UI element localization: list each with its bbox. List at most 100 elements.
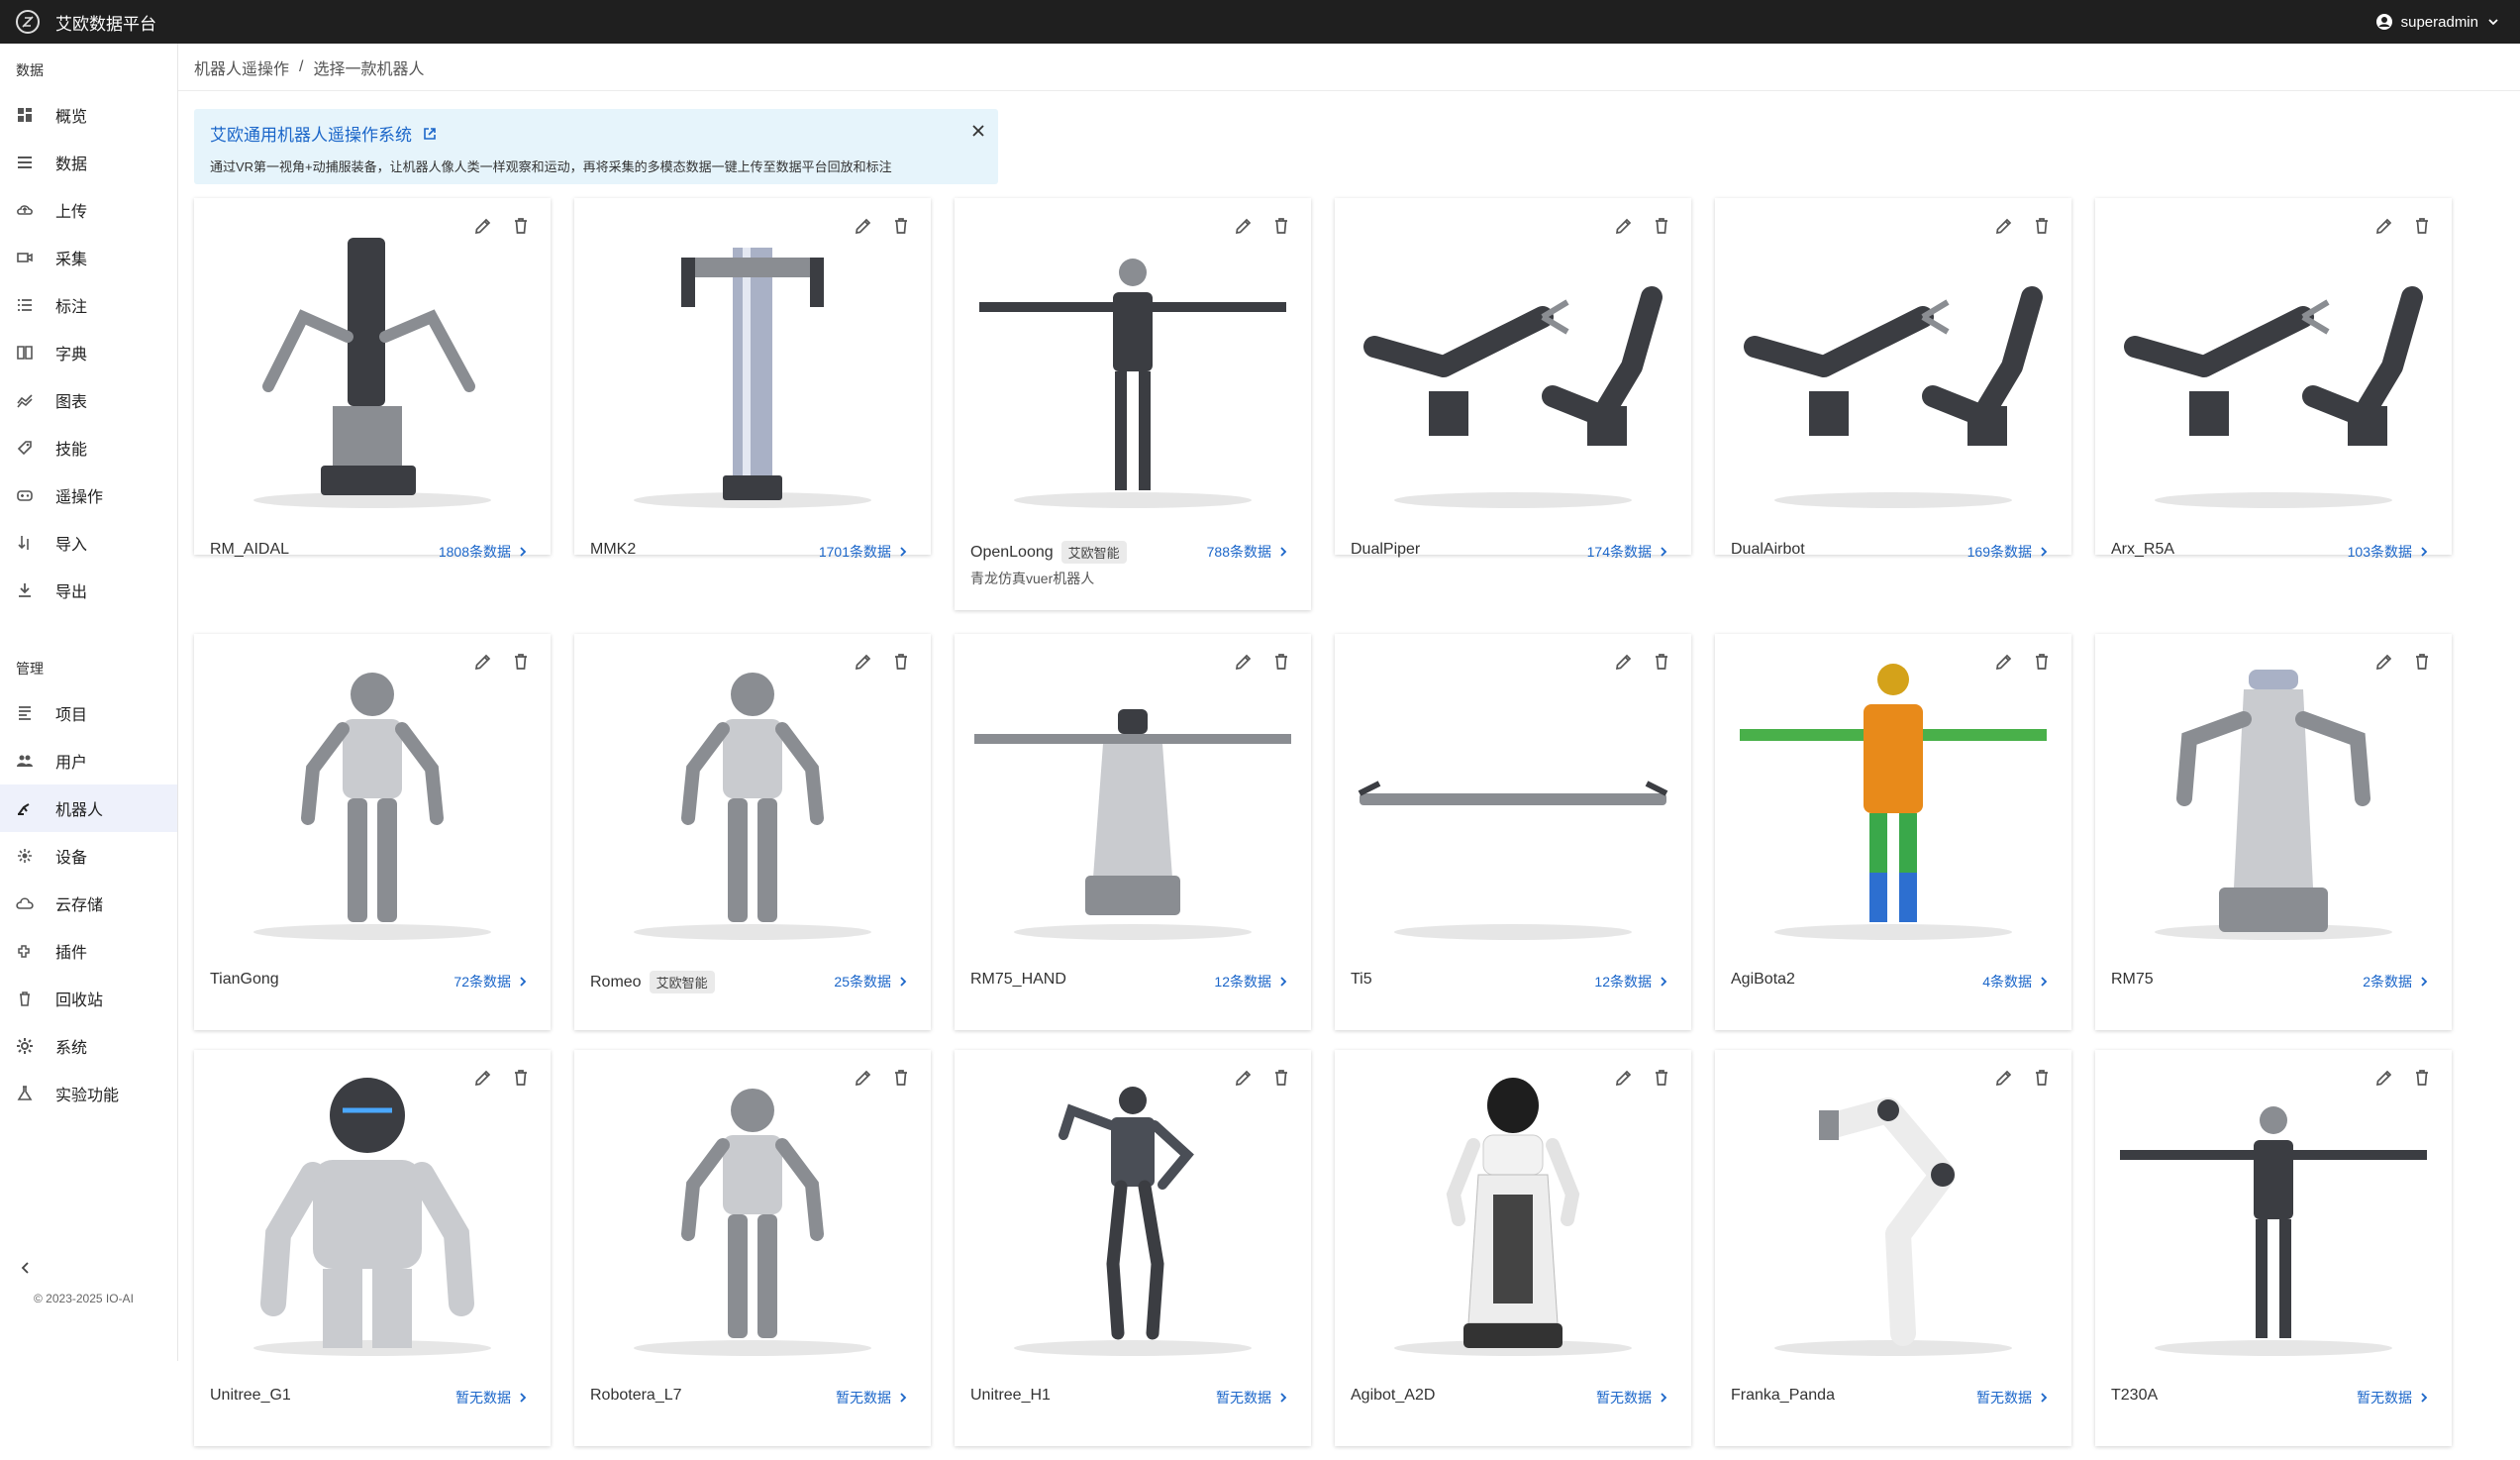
- robot-data-count-link[interactable]: 103条数据: [2348, 542, 2430, 562]
- robot-name-text: Agibot_A2D: [1351, 1387, 1436, 1404]
- delete-icon[interactable]: [1652, 216, 1671, 236]
- edit-icon[interactable]: [1234, 216, 1254, 236]
- edit-icon[interactable]: [1234, 1068, 1254, 1088]
- robot-data-count-link[interactable]: 72条数据: [454, 972, 529, 991]
- robot-data-count-link[interactable]: 暂无数据: [2357, 1388, 2430, 1408]
- sidebar-item-annotate[interactable]: 标注: [0, 281, 177, 329]
- edit-icon[interactable]: [1994, 652, 2014, 672]
- robot-data-count-link[interactable]: 788条数据: [1207, 542, 1289, 562]
- robot-data-count-link[interactable]: 2条数据: [2363, 972, 2430, 991]
- robot-data-count-link[interactable]: 169条数据: [1967, 542, 2050, 562]
- delete-icon[interactable]: [2032, 1068, 2052, 1088]
- sidebar-item-import[interactable]: 导入: [0, 519, 177, 567]
- robot-data-count-link[interactable]: 4条数据: [1982, 972, 2050, 991]
- robot-card[interactable]: DualPiper 174条数据: [1335, 198, 1691, 560]
- robot-card[interactable]: Unitree_H1 暂无数据: [955, 1050, 1311, 1446]
- edit-icon[interactable]: [473, 1068, 493, 1088]
- robot-card[interactable]: Arx_R5A 103条数据: [2095, 198, 2452, 560]
- sidebar-item-recycle-bin[interactable]: 回收站: [0, 975, 177, 1022]
- sidebar-item-export[interactable]: 导出: [0, 567, 177, 614]
- edit-icon[interactable]: [854, 652, 873, 672]
- sidebar-item-system[interactable]: 系统: [0, 1022, 177, 1070]
- sidebar-item-dictionary[interactable]: 字典: [0, 329, 177, 376]
- sidebar-item-charts[interactable]: 图表: [0, 376, 177, 424]
- robot-data-count-link[interactable]: 暂无数据: [1976, 1388, 2050, 1408]
- user-menu[interactable]: superadmin: [2375, 0, 2500, 44]
- robot-card[interactable]: RM75_HAND 12条数据: [955, 634, 1311, 1030]
- delete-icon[interactable]: [2412, 216, 2432, 236]
- collapse-sidebar-icon[interactable]: [18, 1260, 34, 1281]
- sidebar-item-projects[interactable]: 项目: [0, 689, 177, 737]
- robot-card[interactable]: Ti5 12条数据: [1335, 634, 1691, 1030]
- robot-card[interactable]: RM75 2条数据: [2095, 634, 2452, 1030]
- notice-title-link[interactable]: 艾欧通用机器人遥操作系统: [210, 121, 982, 146]
- edit-icon[interactable]: [854, 1068, 873, 1088]
- breadcrumb-item-teleop[interactable]: 机器人遥操作: [194, 55, 289, 79]
- delete-icon[interactable]: [1271, 1068, 1291, 1088]
- edit-icon[interactable]: [1234, 652, 1254, 672]
- logo-icon[interactable]: [16, 10, 40, 34]
- edit-icon[interactable]: [2374, 652, 2394, 672]
- robot-card[interactable]: RM_AIDAL 1808条数据: [194, 198, 551, 560]
- robot-data-count-link[interactable]: 暂无数据: [1216, 1388, 1289, 1408]
- edit-icon[interactable]: [1994, 1068, 2014, 1088]
- robot-card[interactable]: Romeo 艾欧智能 25条数据: [574, 634, 931, 1030]
- robot-card[interactable]: MMK2 1701条数据: [574, 198, 931, 560]
- robot-name: Romeo 艾欧智能: [590, 971, 715, 993]
- edit-icon[interactable]: [1614, 652, 1634, 672]
- robot-card[interactable]: Franka_Panda 暂无数据: [1715, 1050, 2071, 1446]
- delete-icon[interactable]: [891, 1068, 911, 1088]
- robot-data-count-link[interactable]: 1808条数据: [439, 542, 529, 562]
- delete-icon[interactable]: [2412, 1068, 2432, 1088]
- robot-data-count-link[interactable]: 暂无数据: [1596, 1388, 1669, 1408]
- delete-icon[interactable]: [2032, 216, 2052, 236]
- sidebar-item-devices[interactable]: 设备: [0, 832, 177, 880]
- robot-card[interactable]: DualAirbot 169条数据: [1715, 198, 2071, 560]
- robot-card[interactable]: Agibot_A2D 暂无数据: [1335, 1050, 1691, 1446]
- robot-data-count-link[interactable]: 暂无数据: [455, 1388, 529, 1408]
- robot-data-count-link[interactable]: 12条数据: [1594, 972, 1669, 991]
- robot-card[interactable]: Robotera_L7 暂无数据: [574, 1050, 931, 1446]
- robot-data-count-link[interactable]: 1701条数据: [819, 542, 909, 562]
- delete-icon[interactable]: [511, 652, 531, 672]
- delete-icon[interactable]: [1271, 652, 1291, 672]
- edit-icon[interactable]: [1614, 1068, 1634, 1088]
- edit-icon[interactable]: [2374, 216, 2394, 236]
- robot-card[interactable]: TianGong 72条数据: [194, 634, 551, 1030]
- edit-icon[interactable]: [1994, 216, 2014, 236]
- sidebar-item-plugins[interactable]: 插件: [0, 927, 177, 975]
- sidebar-item-experimental[interactable]: 实验功能: [0, 1070, 177, 1117]
- delete-icon[interactable]: [1652, 652, 1671, 672]
- delete-icon[interactable]: [1652, 1068, 1671, 1088]
- sidebar-item-overview[interactable]: 概览: [0, 91, 177, 139]
- robot-card[interactable]: AgiBota2 4条数据: [1715, 634, 2071, 1030]
- delete-icon[interactable]: [2032, 652, 2052, 672]
- robot-card[interactable]: OpenLoong 艾欧智能 788条数据 青龙仿真vuer机器人: [955, 198, 1311, 610]
- close-icon[interactable]: [970, 123, 986, 144]
- edit-icon[interactable]: [2374, 1068, 2394, 1088]
- robot-card[interactable]: T230A 暂无数据: [2095, 1050, 2452, 1446]
- delete-icon[interactable]: [511, 216, 531, 236]
- robot-data-count-link[interactable]: 25条数据: [834, 972, 909, 991]
- edit-icon[interactable]: [473, 652, 493, 672]
- robot-card[interactable]: Unitree_G1 暂无数据: [194, 1050, 551, 1446]
- edit-icon[interactable]: [473, 216, 493, 236]
- robot-data-count-link[interactable]: 12条数据: [1214, 972, 1289, 991]
- delete-icon[interactable]: [891, 216, 911, 236]
- edit-icon[interactable]: [1614, 216, 1634, 236]
- sidebar-item-skills[interactable]: 技能: [0, 424, 177, 471]
- delete-icon[interactable]: [1271, 216, 1291, 236]
- delete-icon[interactable]: [511, 1068, 531, 1088]
- robot-data-count-link[interactable]: 暂无数据: [836, 1388, 909, 1408]
- delete-icon[interactable]: [891, 652, 911, 672]
- sidebar-item-upload[interactable]: 上传: [0, 186, 177, 234]
- edit-icon[interactable]: [854, 216, 873, 236]
- delete-icon[interactable]: [2412, 652, 2432, 672]
- sidebar-item-users[interactable]: 用户: [0, 737, 177, 784]
- sidebar-item-robots[interactable]: 机器人: [0, 784, 177, 832]
- robot-data-count-link[interactable]: 174条数据: [1587, 542, 1669, 562]
- sidebar-item-cloud-storage[interactable]: 云存储: [0, 880, 177, 927]
- sidebar-item-capture[interactable]: 采集: [0, 234, 177, 281]
- sidebar-item-teleop[interactable]: 遥操作: [0, 471, 177, 519]
- sidebar-item-data[interactable]: 数据: [0, 139, 177, 186]
